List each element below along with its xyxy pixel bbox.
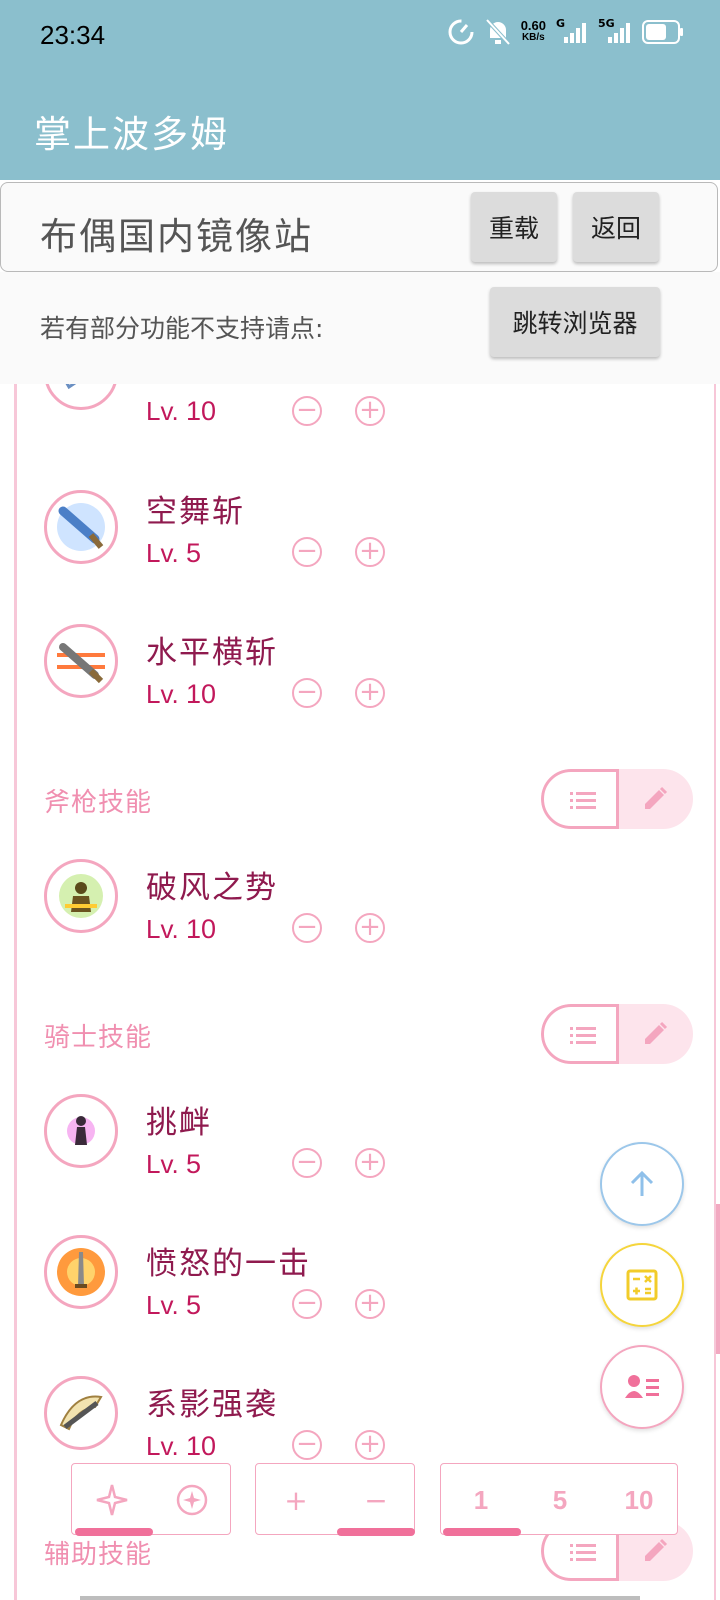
increase-level-button[interactable]: + <box>355 396 385 426</box>
scroll-top-fab[interactable] <box>600 1142 684 1226</box>
mode-indicator <box>75 1528 153 1536</box>
skill-icon <box>44 490 118 564</box>
increase-level-button[interactable]: + <box>355 913 385 943</box>
skill-icon <box>44 624 118 698</box>
step-indicator <box>443 1528 521 1536</box>
signal-sim1: G <box>556 17 588 45</box>
list-icon <box>570 1027 596 1044</box>
blade-skill-icon <box>59 1395 103 1431</box>
skill-level: Lv. 5 <box>146 1290 202 1320</box>
calculator-icon <box>626 1269 658 1301</box>
calculator-fab[interactable] <box>600 1243 684 1327</box>
decrease-level-button[interactable]: − <box>292 537 322 567</box>
step-group: 1 5 10 <box>440 1463 678 1535</box>
decrease-level-button[interactable]: − <box>292 1430 322 1460</box>
pencil-icon <box>645 1538 668 1561</box>
list-view-button[interactable] <box>541 769 619 829</box>
skill-image-icon <box>65 384 77 390</box>
provoke-skill-icon <box>67 1116 95 1145</box>
character-fab[interactable] <box>600 1345 684 1429</box>
category-toggle <box>541 1004 693 1064</box>
step-10-button[interactable]: 10 <box>599 1464 679 1536</box>
decrease-level-button[interactable]: − <box>292 913 322 943</box>
pencil-icon <box>645 1021 668 1044</box>
skill-name: 水平横斩 <box>146 635 278 671</box>
skill-level: Lv. 10 <box>146 396 217 426</box>
category-label: 斧枪技能 <box>44 788 153 818</box>
list-icon <box>570 1544 596 1561</box>
category-label: 骑士技能 <box>44 1023 153 1053</box>
status-icons: 0.60 KB/s G 5G <box>447 17 684 46</box>
bell-off-icon <box>485 18 511 46</box>
skill-level: Lv. 5 <box>146 1149 202 1179</box>
contact-list-icon <box>625 1375 659 1398</box>
direction-group: + − <box>255 1463 415 1535</box>
step-5-button[interactable]: 5 <box>520 1464 600 1536</box>
decrease-level-button[interactable]: − <box>292 1289 322 1319</box>
edit-button[interactable] <box>619 1004 693 1064</box>
net-speed: 0.60 KB/s <box>520 18 546 43</box>
list-icon <box>570 792 596 809</box>
skill-name: 愤怒的一击 <box>146 1246 311 1282</box>
skill-name: 空舞斩 <box>146 494 245 530</box>
category-label: 辅助技能 <box>44 1540 153 1570</box>
reload-button[interactable]: 重载 <box>471 192 557 262</box>
sword-skill-icon <box>57 503 105 551</box>
aura-skill-icon <box>59 874 103 918</box>
mirror-title: 布偶国内镜像站 <box>40 215 313 258</box>
category-toggle <box>541 769 693 829</box>
step-1-button[interactable]: 1 <box>441 1464 521 1536</box>
mode-group <box>71 1463 231 1535</box>
skill-list[interactable]: Lv. 10 − + 空舞斩 Lv. 5 − + 水平横斩 Lv. 10 − +… <box>0 384 720 1600</box>
compass-icon <box>176 1484 208 1516</box>
left-border <box>14 384 17 1600</box>
skill-icon <box>44 384 118 410</box>
plus-mode-button[interactable]: + <box>256 1464 336 1536</box>
fire-sword-icon <box>57 1248 105 1296</box>
sword-skill-icon <box>57 643 105 684</box>
decrease-level-button[interactable]: − <box>292 678 322 708</box>
data-saver-icon <box>448 19 474 45</box>
battery-icon <box>642 20 683 44</box>
increase-level-button[interactable]: + <box>355 1289 385 1319</box>
skill-name: 破风之势 <box>146 870 278 906</box>
back-button[interactable]: 返回 <box>573 192 659 262</box>
gesture-bar <box>80 1596 640 1600</box>
skill-level: Lv. 10 <box>146 679 217 709</box>
sparkle-mode-button[interactable] <box>72 1464 152 1536</box>
signal-sim2: 5G <box>598 17 632 45</box>
decrease-level-button[interactable]: − <box>292 1148 322 1178</box>
skill-icon <box>44 1376 118 1450</box>
sparkle-icon <box>96 1484 128 1516</box>
compass-mode-button[interactable] <box>152 1464 232 1536</box>
increase-level-button[interactable]: + <box>355 678 385 708</box>
scrollbar[interactable] <box>716 1204 720 1354</box>
skill-name: 挑衅 <box>146 1105 212 1141</box>
skill-icon <box>44 1235 118 1309</box>
increase-level-button[interactable]: + <box>355 537 385 567</box>
arrow-up-icon <box>630 1170 654 1196</box>
skill-level: Lv. 5 <box>146 538 202 568</box>
increase-level-button[interactable]: + <box>355 1148 385 1178</box>
list-view-button[interactable] <box>541 1004 619 1064</box>
right-border <box>714 384 716 1600</box>
open-browser-button[interactable]: 跳转浏览器 <box>490 287 660 357</box>
skill-level: Lv. 10 <box>146 914 217 944</box>
status-time: 23:34 <box>40 20 106 50</box>
minus-mode-button[interactable]: − <box>336 1464 416 1536</box>
skill-name: 系影强袭 <box>146 1387 278 1423</box>
decrease-level-button[interactable]: − <box>292 396 322 426</box>
skill-icon <box>44 859 118 933</box>
direction-indicator <box>337 1528 415 1536</box>
app-title: 掌上波多姆 <box>34 113 229 156</box>
edit-button[interactable] <box>619 769 693 829</box>
skill-level: Lv. 10 <box>146 1431 217 1461</box>
skill-icon <box>44 1094 118 1168</box>
increase-level-button[interactable]: + <box>355 1430 385 1460</box>
notice-text: 若有部分功能不支持请点: <box>40 314 324 343</box>
pencil-icon <box>645 786 668 809</box>
